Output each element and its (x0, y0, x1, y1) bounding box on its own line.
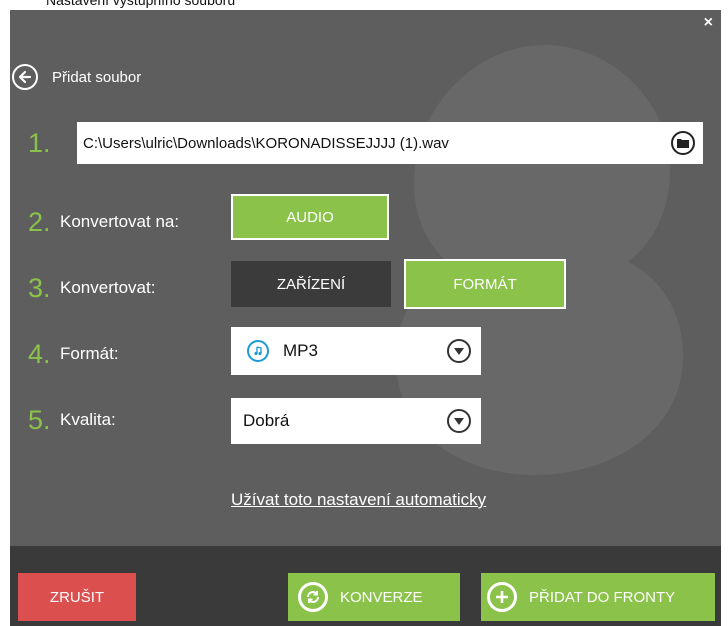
music-note-icon (247, 340, 269, 362)
refresh-icon (298, 582, 328, 612)
back-arrow-icon[interactable] (12, 64, 38, 90)
dialog-window: × Přidat soubor 1. C:\Users\ulric\Downlo… (10, 10, 721, 626)
quality-select[interactable]: Dobrá (231, 398, 481, 444)
step-number: 4. (28, 338, 51, 369)
quality-label: Kvalita: (60, 410, 116, 429)
step-number: 2. (28, 206, 51, 237)
step-number: 1. (28, 127, 51, 158)
audio-button[interactable]: AUDIO (231, 194, 389, 240)
plus-icon (487, 582, 517, 612)
step-number: 5. (28, 404, 51, 435)
convert-to-label: Konvertovat na: (60, 212, 180, 231)
file-path-field[interactable]: C:\Users\ulric\Downloads\KORONADISSEJJJJ… (77, 122, 703, 164)
convert-label: Konvertovat: (60, 278, 156, 297)
window-title-strip: Nastavení výstupního souboru (0, 0, 728, 10)
chevron-down-icon[interactable] (447, 339, 471, 363)
device-button[interactable]: ZAŘÍZENÍ (231, 261, 391, 307)
file-path-value: C:\Users\ulric\Downloads\KORONADISSEJJJJ… (83, 134, 449, 152)
quality-value: Dobrá (243, 411, 290, 430)
format-select[interactable]: MP3 (231, 327, 481, 375)
back-nav[interactable]: Přidat soubor (12, 64, 141, 90)
chevron-down-icon[interactable] (447, 409, 471, 433)
step-5-row: 5. Kvalita: (28, 398, 116, 442)
step-1-row: 1. (28, 122, 58, 164)
add-to-queue-label: PŘIDAT DO FRONTY (529, 588, 676, 606)
close-button[interactable]: × (704, 14, 713, 32)
format-value: MP3 (283, 341, 318, 360)
step-2-row: 2. Konvertovat na: (28, 200, 179, 244)
step-number: 3. (28, 272, 51, 303)
format-label: Formát: (60, 344, 119, 363)
cancel-button[interactable]: ZRUŠIT (18, 573, 136, 621)
step-4-row: 4. Formát: (28, 332, 119, 376)
add-to-queue-button[interactable]: PŘIDAT DO FRONTY (481, 573, 715, 621)
window-title: Nastavení výstupního souboru (46, 0, 236, 8)
auto-settings-link[interactable]: Užívat toto nastavení automaticky (231, 490, 486, 510)
footer-bar: ZRUŠIT KONVERZE PŘIDAT DO FRONTY (10, 546, 721, 626)
folder-icon[interactable] (671, 131, 695, 155)
back-label: Přidat soubor (52, 68, 142, 86)
convert-label: KONVERZE (340, 588, 423, 606)
step-3-row: 3. Konvertovat: (28, 266, 155, 310)
convert-button[interactable]: KONVERZE (288, 573, 460, 621)
format-button[interactable]: FORMÁT (404, 259, 566, 309)
